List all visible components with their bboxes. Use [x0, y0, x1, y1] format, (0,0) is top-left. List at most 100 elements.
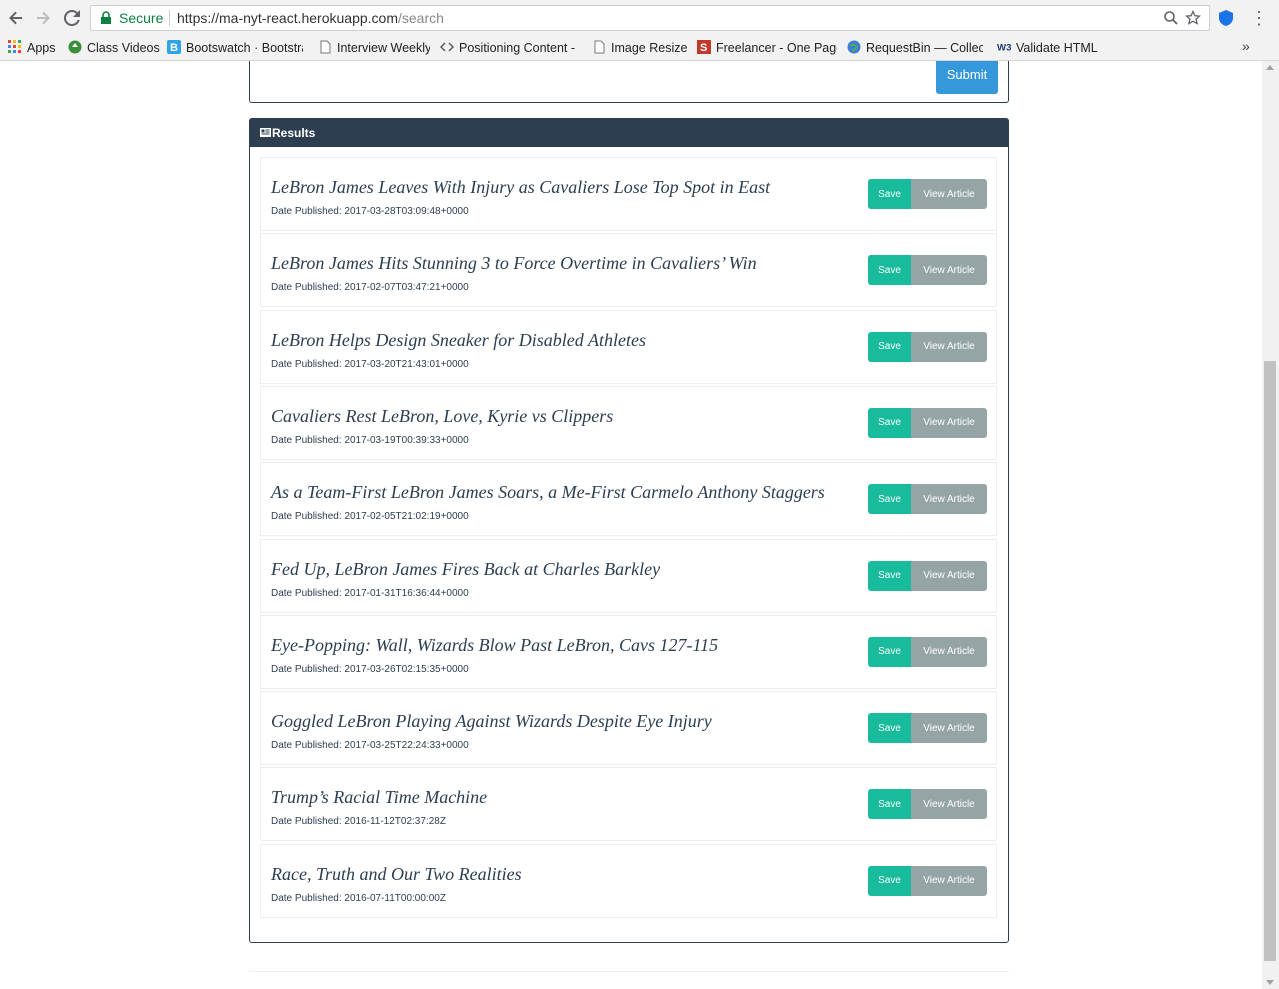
article-date: Date Published: 2017-01-31T16:36:44+0000: [271, 588, 469, 599]
search-panel: [249, 61, 1009, 103]
date-value: 2016-11-12T02:37:28Z: [344, 816, 446, 828]
date-prefix: Date Published:: [271, 892, 342, 904]
secure-label: Secure: [119, 10, 164, 26]
save-button[interactable]: Save: [868, 407, 911, 438]
reload-icon[interactable]: [62, 8, 82, 28]
article-date: Date Published: 2017-02-07T03:47:21+0000: [271, 282, 469, 293]
page-icon: [320, 40, 331, 54]
article-title: Trump’s Racial Time Machine: [271, 787, 488, 808]
save-button[interactable]: Save: [868, 484, 911, 515]
save-button[interactable]: Save: [868, 560, 911, 591]
bookmark-label: Freelancer - One Page: [716, 41, 837, 55]
submit-button[interactable]: Submit: [936, 61, 998, 94]
recycle-icon: [68, 40, 82, 54]
bookmark-class-videos[interactable]: Class Videos: [68, 38, 160, 58]
forward-arrow-icon[interactable]: [33, 8, 53, 28]
article-date: Date Published: 2016-07-11T00:00:00Z: [271, 893, 446, 904]
bootswatch-b-icon: B: [167, 40, 181, 54]
lock-icon: [101, 11, 111, 24]
save-button[interactable]: Save: [868, 636, 911, 667]
shield-extension-icon[interactable]: [1217, 9, 1235, 27]
bookmark-bootswatch[interactable]: B Bootswatch · Bootstra: [167, 38, 303, 58]
bookmarks-overflow-chevron-icon[interactable]: »: [1242, 38, 1250, 54]
results-panel: Results LeBron James Leaves With Injury …: [249, 118, 1009, 943]
view-article-button[interactable]: View Article: [911, 713, 987, 744]
result-item: As a Team-First LeBron James Soars, a Me…: [260, 462, 997, 537]
article-title: Goggled LeBron Playing Against Wizards D…: [271, 711, 712, 732]
bookmark-label: Apps: [27, 41, 56, 55]
save-button[interactable]: Save: [868, 713, 911, 744]
svg-text:W3: W3: [997, 43, 1011, 54]
date-value: 2017-02-07T03:47:21+0000: [344, 282, 469, 294]
kebab-menu-icon[interactable]: ⋮: [1250, 8, 1268, 28]
save-button[interactable]: Save: [868, 789, 911, 820]
article-title: LeBron James Leaves With Injury as Caval…: [271, 177, 771, 197]
bookmark-apps[interactable]: Apps: [8, 38, 60, 58]
view-article-button[interactable]: View Article: [911, 484, 987, 515]
date-prefix: Date Published:: [271, 740, 342, 752]
date-prefix: Date Published:: [271, 358, 342, 370]
view-article-button[interactable]: View Article: [911, 331, 987, 362]
view-article-button[interactable]: View Article: [911, 255, 987, 286]
code-brackets-icon: [440, 42, 454, 52]
save-button[interactable]: Save: [868, 865, 911, 896]
bookmark-requestbin[interactable]: RequestBin — Collect: [847, 38, 983, 58]
view-article-button[interactable]: View Article: [911, 789, 987, 820]
scroll-up-arrow-icon[interactable]: [1266, 65, 1274, 70]
vertical-scrollbar[interactable]: [1262, 61, 1279, 989]
date-value: 2017-03-19T00:39:33+0000: [344, 434, 469, 446]
save-button[interactable]: Save: [868, 331, 911, 362]
date-prefix: Date Published:: [271, 663, 342, 675]
article-date: Date Published: 2017-03-26T02:15:35+0000: [271, 664, 469, 675]
date-prefix: Date Published:: [271, 511, 342, 523]
date-value: 2017-01-31T16:36:44+0000: [344, 587, 469, 599]
result-item: Trump’s Racial Time Machine Date Publishe…: [260, 767, 997, 842]
date-value: 2017-03-26T02:15:35+0000: [344, 663, 469, 675]
svg-text:B: B: [170, 42, 178, 54]
result-item: Cavaliers Rest LeBron, Love, Kyrie vs Cl…: [260, 385, 997, 460]
view-article-button[interactable]: View Article: [911, 179, 987, 209]
freelancer-s-icon: S: [697, 40, 711, 54]
scroll-down-arrow-icon[interactable]: [1266, 980, 1274, 985]
bookmark-interview-weekly[interactable]: Interview Weekly: [318, 38, 430, 58]
result-item: Fed Up, LeBron James Fires Back at Charl…: [260, 538, 997, 613]
article-date: Date Published: 2017-03-19T00:39:33+0000: [271, 435, 469, 446]
address-bar[interactable]: Secure https://ma-nyt-react.herokuapp.co…: [90, 5, 1210, 31]
bookmarks-bar: Apps Class Videos B Bootswatch · Bootstra…: [0, 36, 1279, 61]
back-arrow-icon[interactable]: [6, 8, 26, 28]
bookmark-label: Image Resizer: [611, 41, 688, 55]
article-date: Date Published: 2017-03-25T22:24:33+0000: [271, 740, 469, 751]
article-title: Fed Up, LeBron James Fires Back at Charl…: [271, 558, 661, 579]
date-value: 2016-07-11T00:00:00Z: [344, 892, 446, 904]
view-article-button[interactable]: View Article: [911, 560, 987, 591]
article-title: Cavaliers Rest LeBron, Love, Kyrie vs Cl…: [271, 405, 614, 426]
bookmark-label: Positioning Content -: [459, 41, 576, 55]
article-title: Eye-Popping: Wall, Wizards Blow Past LeB…: [271, 634, 719, 655]
results-heading: Results: [250, 119, 1008, 147]
view-article-button[interactable]: View Article: [911, 865, 987, 896]
bookmark-label: RequestBin — Collect: [866, 41, 983, 55]
url-path: /search: [398, 10, 444, 26]
article-date: Date Published: 2017-02-05T21:02:19+0000: [271, 511, 469, 522]
bookmark-image-resizer[interactable]: Image Resizer: [592, 38, 688, 58]
bookmark-positioning-content[interactable]: Positioning Content -: [440, 38, 576, 58]
url-text[interactable]: https://ma-nyt-react.herokuapp.com/searc…: [177, 10, 444, 26]
article-title: LeBron James Hits Stunning 3 to Force Ov…: [271, 253, 757, 274]
globe-icon: [847, 40, 861, 54]
date-value: 2017-03-20T21:43:01+0000: [344, 358, 469, 370]
date-prefix: Date Published:: [271, 206, 342, 217]
zoom-icon[interactable]: [1163, 10, 1179, 26]
result-item: LeBron James Hits Stunning 3 to Force Ov…: [260, 233, 997, 308]
newspaper-icon: [260, 128, 271, 137]
bookmark-freelancer[interactable]: S Freelancer - One Page: [697, 38, 837, 58]
date-value: 2017-03-25T22:24:33+0000: [344, 740, 469, 752]
browser-toolbar: Secure https://ma-nyt-react.herokuapp.co…: [0, 0, 1279, 36]
result-item: Race, Truth and Our Two Realities Date Pu…: [260, 843, 997, 918]
save-button[interactable]: Save: [868, 179, 911, 209]
save-button[interactable]: Save: [868, 255, 911, 286]
scrollbar-thumb[interactable]: [1264, 361, 1276, 961]
view-article-button[interactable]: View Article: [911, 407, 987, 438]
view-article-button[interactable]: View Article: [911, 636, 987, 667]
bookmark-validate-html[interactable]: W3 Validate HTML: [997, 38, 1101, 58]
bookmark-star-icon[interactable]: [1184, 9, 1202, 26]
